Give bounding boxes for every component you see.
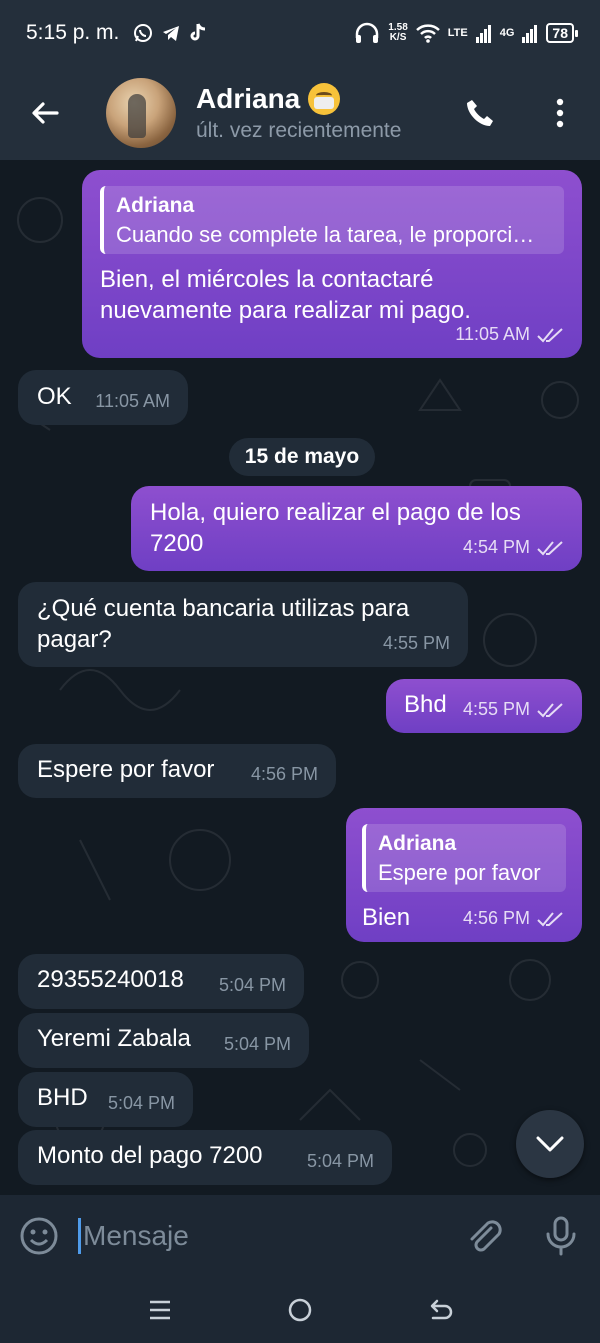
message-input[interactable] bbox=[78, 1218, 444, 1254]
message-text-line: Hola, quiero realizar el pago de los bbox=[150, 499, 521, 526]
incoming-message[interactable]: Espere por favor 4:56 PM bbox=[18, 744, 336, 798]
more-options-button[interactable] bbox=[520, 66, 600, 160]
chat-header: Adriana últ. vez recientemente bbox=[0, 66, 600, 160]
attach-icon bbox=[470, 1220, 502, 1252]
phone-icon bbox=[467, 100, 493, 126]
message-time: 4:55 PM bbox=[382, 633, 450, 653]
mask-face-emoji bbox=[308, 83, 341, 115]
back-nav-icon bbox=[430, 1299, 453, 1320]
reply-text: Cuando se complete la tarea, le proporci… bbox=[116, 222, 535, 247]
home-circle-icon bbox=[288, 1298, 312, 1322]
wifi-icon bbox=[415, 24, 440, 43]
incoming-message[interactable]: Yeremi Zabala 5:04 PM bbox=[18, 1013, 309, 1068]
incoming-message[interactable]: 29355240018 5:04 PM bbox=[18, 954, 304, 1009]
double-check-icon bbox=[537, 702, 563, 717]
message-text-line: Bien, el miércoles la contactaré bbox=[100, 266, 434, 293]
status-bar: 5:15 p. m. 1.58 K/S LTE 4G 78 bbox=[0, 0, 600, 66]
contact-name: Adriana bbox=[196, 83, 301, 114]
date-separator: 15 de mayo bbox=[229, 438, 375, 476]
outgoing-message[interactable]: Hola, quiero realizar el pago de los 720… bbox=[131, 486, 582, 571]
message-time: 5:04 PM bbox=[218, 975, 286, 995]
telegram-icon bbox=[163, 26, 180, 41]
call-button[interactable] bbox=[440, 66, 520, 160]
message-time: 4:54 PM bbox=[462, 537, 530, 557]
battery-indicator: 78 bbox=[546, 23, 578, 43]
whatsapp-icon bbox=[134, 24, 153, 42]
lte-label: LTE bbox=[447, 27, 468, 39]
message-text: Monto del pago 7200 bbox=[37, 1142, 263, 1169]
message-time: 11:05 AM bbox=[455, 324, 530, 344]
signal-icon-2 bbox=[522, 25, 538, 43]
status-time: 5:15 p. m. bbox=[26, 21, 120, 44]
reply-text: Espere por favor bbox=[378, 860, 541, 885]
back-nav-button[interactable] bbox=[410, 1285, 470, 1335]
back-button[interactable] bbox=[0, 66, 90, 160]
chevron-down-icon bbox=[536, 1136, 564, 1152]
signal-icon bbox=[475, 25, 491, 43]
recent-apps-button[interactable] bbox=[130, 1285, 190, 1335]
outgoing-message[interactable]: Bhd 4:55 PM bbox=[386, 679, 582, 733]
message-time: 5:04 PM bbox=[107, 1093, 175, 1113]
double-check-icon bbox=[537, 327, 563, 342]
system-navigation-bar bbox=[0, 1277, 600, 1343]
last-seen-status: últ. vez recientemente bbox=[196, 119, 402, 142]
message-text-line: ¿Qué cuenta bancaria utilizas para bbox=[37, 595, 410, 622]
incoming-message[interactable]: Monto del pago 7200 5:04 PM bbox=[18, 1130, 392, 1185]
message-list[interactable]: Adriana Cuando se complete la tarea, le … bbox=[0, 160, 600, 1195]
speed-unit: K/S bbox=[389, 32, 407, 43]
home-button[interactable] bbox=[270, 1285, 330, 1335]
outgoing-message[interactable]: Adriana Cuando se complete la tarea, le … bbox=[82, 170, 582, 358]
message-text: Yeremi Zabala bbox=[37, 1025, 191, 1052]
reply-quote[interactable]: Adriana Cuando se complete la tarea, le … bbox=[100, 186, 564, 254]
reply-author: Adriana bbox=[116, 194, 195, 217]
message-time: 11:05 AM bbox=[95, 391, 170, 411]
message-time: 4:56 PM bbox=[462, 908, 530, 928]
incoming-message[interactable]: OK 11:05 AM bbox=[18, 370, 188, 425]
message-text: OK bbox=[37, 383, 72, 410]
message-text: BHD bbox=[37, 1084, 88, 1111]
headphones-icon bbox=[356, 22, 379, 43]
reply-quote[interactable]: Adriana Espere por favor bbox=[362, 824, 566, 892]
incoming-message[interactable]: ¿Qué cuenta bancaria utilizas para pagar… bbox=[18, 582, 468, 667]
outgoing-message[interactable]: Adriana Espere por favor Bien 4:56 PM bbox=[346, 808, 582, 942]
network-speed: 1.58 K/S bbox=[388, 23, 407, 43]
message-time: 4:56 PM bbox=[250, 764, 318, 784]
message-text: 29355240018 bbox=[37, 966, 184, 993]
voice-message-button[interactable] bbox=[522, 1195, 600, 1277]
attach-button[interactable] bbox=[444, 1195, 522, 1277]
message-time: 5:04 PM bbox=[306, 1151, 374, 1171]
more-vertical-icon bbox=[556, 98, 564, 128]
back-arrow-icon bbox=[32, 102, 59, 124]
mic-icon bbox=[546, 1216, 576, 1256]
scroll-to-bottom-button[interactable] bbox=[516, 1110, 584, 1178]
message-composer bbox=[0, 1195, 600, 1277]
menu-lines-icon bbox=[150, 1300, 170, 1320]
double-check-icon bbox=[537, 540, 563, 555]
message-text: Espere por favor bbox=[37, 756, 215, 783]
message-time: 4:55 PM bbox=[462, 699, 530, 719]
message-time: 5:04 PM bbox=[223, 1034, 291, 1054]
avatar[interactable] bbox=[106, 78, 176, 148]
double-check-icon bbox=[537, 911, 563, 926]
incoming-message[interactable]: BHD 5:04 PM bbox=[18, 1072, 193, 1127]
reply-author: Adriana bbox=[378, 832, 457, 855]
emoji-button[interactable] bbox=[0, 1195, 78, 1277]
contact-info[interactable]: Adriana últ. vez recientemente bbox=[196, 83, 440, 143]
4g-label: 4G bbox=[499, 27, 515, 39]
emoji-icon bbox=[20, 1217, 58, 1255]
tiktok-icon bbox=[190, 23, 206, 41]
message-text: Bhd bbox=[404, 691, 447, 718]
